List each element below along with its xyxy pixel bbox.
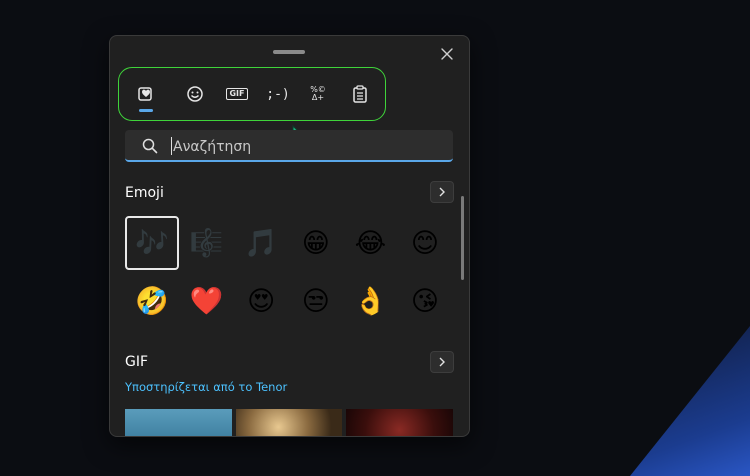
active-tab-indicator	[139, 109, 153, 112]
gif-thumbnail-3[interactable]	[346, 409, 453, 436]
clipboard-icon	[353, 85, 367, 103]
tab-favorites[interactable]	[129, 79, 163, 112]
chevron-right-icon	[439, 357, 445, 367]
tab-kaomoji[interactable]: ;-)	[261, 79, 295, 109]
emoji-ok-hand[interactable]: 👌	[343, 274, 397, 328]
tab-clipboard[interactable]	[343, 79, 377, 109]
gif-thumbnail-1[interactable]	[125, 409, 232, 436]
gif-thumbnail-2[interactable]	[236, 409, 342, 436]
category-tab-bar: GIF ;-) %© Δ+	[118, 67, 386, 121]
tab-symbols[interactable]: %© Δ+	[301, 79, 335, 109]
search-input[interactable]	[171, 134, 445, 160]
emoji-rolling-laughing[interactable]: 🤣	[125, 274, 179, 328]
search-icon	[142, 138, 158, 154]
drag-handle[interactable]	[273, 50, 305, 54]
emoji-smiling-face[interactable]: 😊	[398, 216, 452, 270]
emoji-glyph: 😊	[410, 227, 440, 259]
emoji-glyph: 😒	[301, 285, 330, 317]
emoji-tears-of-joy[interactable]: 😂	[343, 216, 397, 270]
emoji-musical-score[interactable]: 🎼	[180, 216, 234, 270]
emoji-red-heart[interactable]: ❤️	[180, 274, 234, 328]
chevron-right-icon	[439, 187, 445, 197]
emoji-expand-button[interactable]	[430, 181, 454, 203]
heart-sticky-icon	[138, 87, 152, 101]
emoji-beaming-face[interactable]: 😁	[289, 216, 343, 270]
close-button[interactable]	[435, 42, 459, 66]
emoji-panel: GIF ;-) %© Δ+ Emoji 🎶�	[109, 35, 470, 437]
smiley-icon	[187, 86, 203, 102]
emoji-section-title: Emoji	[125, 185, 164, 201]
emoji-glyph: 🎼	[189, 227, 224, 259]
text-caret	[171, 137, 172, 155]
symbols-tab-label: %© Δ+	[310, 85, 326, 102]
tab-emoji[interactable]	[178, 79, 212, 109]
emoji-glyph: ❤️	[189, 285, 224, 317]
desktop-wallpaper-shape	[630, 326, 750, 476]
emoji-musical-note[interactable]: 🎵	[234, 216, 288, 270]
tenor-attribution-link[interactable]: Υποστηρίζεται από το Tenor	[125, 380, 287, 394]
tab-gif[interactable]: GIF	[220, 79, 254, 109]
emoji-glyph: 😘	[410, 285, 440, 317]
close-icon	[441, 48, 453, 60]
gif-section-title: GIF	[125, 354, 149, 370]
gif-tab-label: GIF	[226, 88, 248, 100]
emoji-heart-eyes[interactable]: 😍	[234, 274, 288, 328]
emoji-blowing-kiss[interactable]: 😘	[398, 274, 452, 328]
emoji-glyph: 🎵	[244, 227, 278, 259]
emoji-glyph: 😍	[247, 285, 276, 317]
search-box[interactable]	[125, 130, 453, 162]
emoji-glyph: 🎶	[135, 227, 169, 259]
emoji-unamused-face[interactable]: 😒	[289, 274, 343, 328]
scrollbar-thumb[interactable]	[461, 196, 464, 280]
emoji-musical-notes[interactable]: 🎶	[125, 216, 179, 270]
gif-expand-button[interactable]	[430, 351, 454, 373]
kaomoji-tab-label: ;-)	[266, 86, 290, 102]
emoji-glyph: 👌	[353, 285, 388, 317]
emoji-glyph: 😂	[354, 227, 387, 259]
emoji-glyph: 🤣	[135, 285, 169, 317]
emoji-glyph: 😁	[301, 227, 330, 259]
